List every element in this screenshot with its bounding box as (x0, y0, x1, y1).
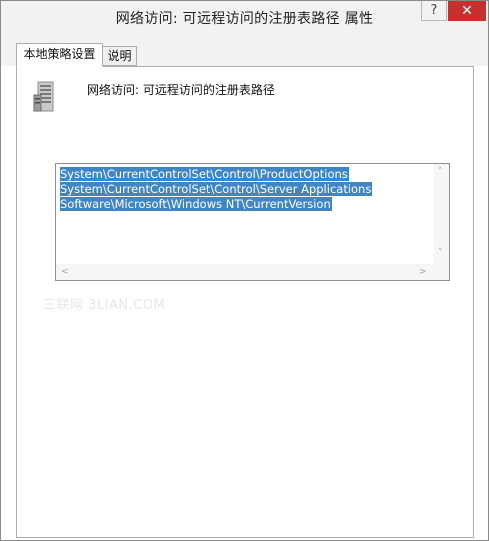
tab-strip: 本地策略设置 说明 (1, 33, 488, 67)
server-policy-icon (33, 81, 54, 112)
help-button[interactable]: ? (421, 1, 447, 21)
policy-name: 网络访问: 可远程访问的注册表路径 (87, 83, 275, 97)
vertical-scrollbar[interactable]: ˄ ˅ (434, 164, 449, 264)
watermark: 三联网 3LIAN.COM (43, 298, 166, 313)
scroll-right-icon[interactable]: > (419, 267, 427, 277)
horizontal-scrollbar[interactable]: < > (56, 264, 449, 280)
tab-local-policy-setting[interactable]: 本地策略设置 (16, 43, 103, 67)
title-bar[interactable]: 网络访问: 可远程访问的注册表路径 属性 ? ✕ (1, 1, 488, 33)
registry-path-text: System\CurrentControlSet\Control\Product… (60, 167, 349, 181)
registry-path-text: Software\Microsoft\Windows NT\CurrentVer… (60, 197, 332, 211)
scroll-up-icon[interactable]: ˄ (438, 167, 443, 177)
tab-panel-local-policy-setting: 网络访问: 可远程访问的注册表路径 System\CurrentControlS… (16, 66, 474, 538)
properties-dialog: 网络访问: 可远程访问的注册表路径 属性 ? ✕ 本地策略设置 说明 网络访问:… (0, 0, 489, 541)
registry-paths-textarea[interactable]: System\CurrentControlSet\Control\Product… (55, 163, 450, 281)
registry-path-text: System\CurrentControlSet\Control\Server … (60, 182, 373, 196)
scroll-down-icon[interactable]: ˅ (438, 248, 443, 258)
window-title: 网络访问: 可远程访问的注册表路径 属性 (115, 11, 374, 27)
scroll-left-icon[interactable]: < (61, 267, 69, 277)
close-button[interactable]: ✕ (448, 1, 486, 21)
registry-path-line[interactable]: System\CurrentControlSet\Control\Product… (60, 167, 372, 182)
registry-paths-list[interactable]: System\CurrentControlSet\Control\Product… (60, 167, 373, 212)
registry-path-line[interactable]: System\CurrentControlSet\Control\Server … (60, 182, 373, 197)
registry-path-line[interactable]: Software\Microsoft\Windows NT\CurrentVer… (60, 197, 372, 212)
tab-explain[interactable]: 说明 (103, 46, 137, 66)
